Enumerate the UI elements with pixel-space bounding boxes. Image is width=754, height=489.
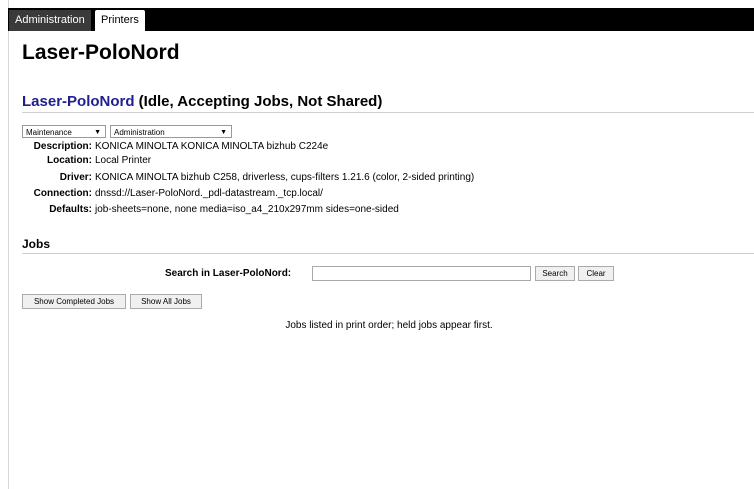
top-nav-bar: Administration Printers <box>8 8 754 31</box>
printer-status: (Idle, Accepting Jobs, Not Shared) <box>134 93 383 110</box>
connection-label: Connection: <box>33 188 92 199</box>
driver-value: KONICA MINOLTA bizhub C258, driverless, … <box>95 172 475 183</box>
divider <box>22 253 754 254</box>
jobs-note: Jobs listed in print order; held jobs ap… <box>0 320 754 331</box>
description-value: KONICA MINOLTA KONICA MINOLTA bizhub C22… <box>95 141 329 152</box>
maintenance-select[interactable]: Maintenance ▼ <box>22 125 106 138</box>
divider <box>22 112 754 113</box>
maintenance-select-value: Maintenance <box>26 128 72 137</box>
connection-value: dnssd://Laser-PoloNord._pdl-datastream._… <box>95 188 323 199</box>
defaults-value: job-sheets=none, none media=iso_a4_210x2… <box>95 204 399 215</box>
tab-administration[interactable]: Administration <box>9 10 91 31</box>
page-title: Laser-PoloNord <box>22 41 180 64</box>
jobs-heading: Jobs <box>22 237 51 251</box>
show-all-jobs-button[interactable]: Show All Jobs <box>130 294 202 309</box>
window-left-edge <box>0 0 9 489</box>
clear-button[interactable]: Clear <box>578 266 614 281</box>
search-input[interactable] <box>312 266 531 281</box>
chevron-down-icon: ▼ <box>94 129 101 136</box>
printer-heading: Laser-PoloNord (Idle, Accepting Jobs, No… <box>22 93 382 110</box>
chevron-down-icon: ▼ <box>220 129 227 136</box>
defaults-label: Defaults: <box>49 204 92 215</box>
tab-printers[interactable]: Printers <box>95 10 145 31</box>
location-value: Local Printer <box>95 155 152 166</box>
search-button[interactable]: Search <box>535 266 575 281</box>
search-label: Search in Laser-PoloNord: <box>165 268 292 279</box>
driver-label: Driver: <box>59 172 92 183</box>
show-completed-jobs-button[interactable]: Show Completed Jobs <box>22 294 126 309</box>
administration-select-value: Administration <box>114 128 165 137</box>
jobs-note-text: Jobs listed in print order; held jobs ap… <box>285 320 493 331</box>
administration-select[interactable]: Administration ▼ <box>110 125 232 138</box>
description-label: Description: <box>33 141 92 152</box>
printer-name-link[interactable]: Laser-PoloNord <box>22 93 135 110</box>
location-label: Location: <box>47 155 92 166</box>
